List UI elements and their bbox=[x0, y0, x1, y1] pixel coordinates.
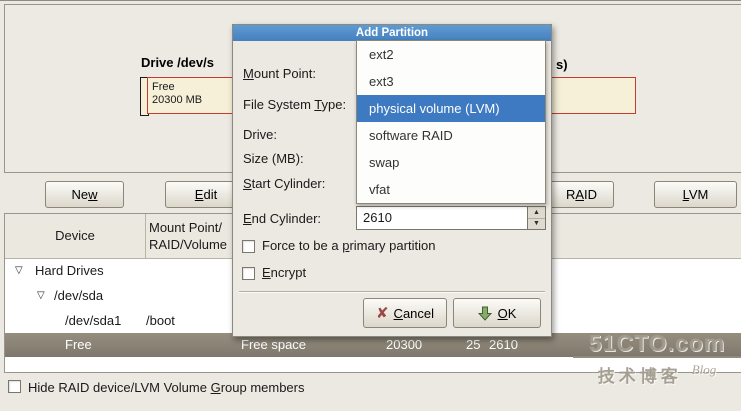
encrypt-checkbox[interactable] bbox=[242, 267, 255, 280]
dropdown-item-ext2[interactable]: ext2 bbox=[357, 41, 545, 68]
ok-button[interactable]: OK bbox=[453, 298, 541, 328]
force-primary-checkbox[interactable] bbox=[242, 240, 255, 253]
watermark: 51CTO.com 技术博客 Blog bbox=[573, 331, 741, 387]
column-separator bbox=[145, 214, 146, 258]
dropdown-item-physical-volume-lvm[interactable]: physical volume (LVM) bbox=[357, 95, 545, 122]
row-start-cylinder: 25 bbox=[466, 337, 481, 352]
row-size: 20300 bbox=[386, 337, 423, 352]
mount-point-label: Mount Point: bbox=[243, 66, 316, 81]
hide-raid-lvm-label: Hide RAID device/LVM Volume Group member… bbox=[28, 380, 305, 395]
ok-arrow-icon bbox=[477, 306, 493, 321]
watermark-chinese-text: 技术博客 bbox=[597, 367, 682, 386]
triangle-down-icon[interactable]: ▽ bbox=[15, 265, 23, 276]
row-mountpoint: /boot bbox=[146, 313, 175, 328]
dropdown-item-ext3[interactable]: ext3 bbox=[357, 68, 545, 95]
dialog-titlebar[interactable]: Add Partition bbox=[233, 25, 551, 41]
drive-heading-right: s) bbox=[556, 57, 568, 72]
window-top-edge bbox=[0, 0, 741, 1]
watermark-divider bbox=[573, 356, 741, 358]
dialog-separator bbox=[239, 291, 545, 293]
dropdown-item-vfat[interactable]: vfat bbox=[357, 176, 545, 203]
end-cylinder-value[interactable]: 2610 bbox=[357, 207, 527, 229]
dropdown-item-software-raid[interactable]: software RAID bbox=[357, 122, 545, 149]
row-type: Free space bbox=[241, 337, 307, 352]
start-cylinder-label: Start Cylinder: bbox=[243, 176, 326, 191]
row-device: /dev/sda1 bbox=[65, 313, 122, 328]
spinner-buttons: ▲ ▼ bbox=[527, 207, 545, 229]
raid-button[interactable]: RAID bbox=[549, 181, 614, 208]
add-partition-dialog: Add Partition Mount Point: File System T… bbox=[232, 24, 552, 337]
filesystem-type-label: File System Type: bbox=[243, 97, 347, 112]
row-label: /dev/sda bbox=[54, 288, 104, 303]
triangle-down-icon[interactable]: ▽ bbox=[37, 290, 45, 301]
row-label: Hard Drives bbox=[35, 263, 104, 278]
end-cylinder-label: End Cylinder: bbox=[243, 211, 322, 226]
column-header-device[interactable]: Device bbox=[5, 228, 145, 243]
watermark-blog-text: Blog bbox=[691, 362, 717, 377]
cancel-x-icon: ✘ bbox=[375, 305, 389, 322]
dropdown-item-swap[interactable]: swap bbox=[357, 149, 545, 176]
drive-label: Drive: bbox=[243, 127, 277, 142]
size-label: Size (MB): bbox=[243, 151, 304, 166]
end-cylinder-spinner[interactable]: 2610 ▲ ▼ bbox=[356, 206, 546, 230]
row-end-cylinder: 2610 bbox=[489, 337, 518, 352]
spinner-down-icon[interactable]: ▼ bbox=[528, 219, 545, 230]
lvm-button[interactable]: LVM bbox=[654, 181, 737, 208]
encrypt-label: Encrypt bbox=[262, 265, 307, 280]
installer-screen: Drive /dev/s s) Free 20300 MB New Edit R… bbox=[0, 0, 741, 411]
force-primary-label: Force to be a primary partition bbox=[262, 238, 436, 253]
column-header-mountpoint-line1[interactable]: Mount Point/ bbox=[149, 220, 222, 235]
spinner-up-icon[interactable]: ▲ bbox=[528, 207, 545, 219]
drive-heading-left: Drive /dev/s bbox=[141, 55, 214, 70]
row-device: Free bbox=[65, 337, 92, 352]
column-header-mountpoint-line2[interactable]: RAID/Volume bbox=[149, 237, 227, 252]
filesystem-type-dropdown: ext2 ext3 physical volume (LVM) software… bbox=[356, 40, 546, 204]
new-button[interactable]: New bbox=[45, 181, 124, 208]
hide-raid-lvm-checkbox[interactable] bbox=[8, 380, 21, 393]
watermark-logo: 51CTO.com bbox=[588, 330, 726, 356]
cancel-button[interactable]: ✘ Cancel bbox=[363, 298, 447, 328]
